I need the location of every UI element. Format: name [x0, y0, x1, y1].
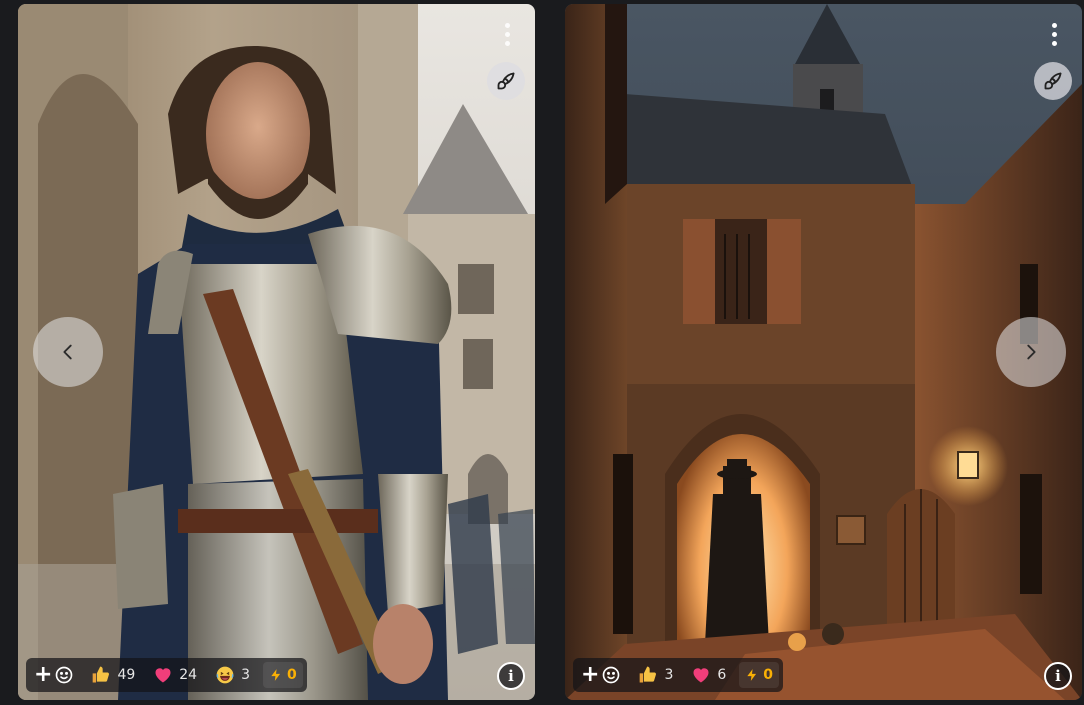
image-info-button[interactable]: i — [1044, 662, 1072, 690]
thumbs-up-icon — [638, 665, 658, 685]
reaction-heart[interactable]: 24 — [144, 658, 206, 692]
reaction-like[interactable]: 3 — [629, 658, 682, 692]
brush-icon — [497, 72, 515, 90]
remix-button[interactable] — [1034, 62, 1072, 100]
buzz-tip-button[interactable]: 0 — [263, 662, 303, 688]
heart-count: 24 — [179, 667, 198, 683]
like-count: 49 — [117, 667, 136, 683]
plus-icon: + — [581, 662, 600, 687]
reaction-bar: + 49 24 3 0 — [26, 658, 307, 692]
reaction-laugh[interactable]: 3 — [206, 658, 259, 692]
kebab-dot — [1051, 22, 1057, 28]
kebab-dot — [504, 40, 510, 46]
reaction-heart[interactable]: 6 — [682, 658, 735, 692]
buzz-count: 0 — [763, 667, 774, 683]
info-icon: i — [508, 666, 514, 685]
image-info-button[interactable]: i — [497, 662, 525, 690]
chevron-right-icon — [1027, 344, 1036, 360]
gallery-stage: + 49 24 3 0 i + 3 6 0 i — [0, 0, 1084, 705]
card-menu-button[interactable] — [1042, 18, 1066, 50]
reaction-like[interactable]: 49 — [82, 658, 144, 692]
thumbs-up-icon — [91, 665, 111, 685]
kebab-dot — [504, 31, 510, 37]
smiley-icon — [56, 666, 73, 684]
laughing-face-icon — [215, 665, 235, 685]
reaction-bar: + 3 6 0 — [573, 658, 784, 692]
bolt-icon — [271, 669, 281, 681]
plus-icon: + — [34, 662, 53, 687]
info-icon: i — [1055, 666, 1061, 685]
buzz-count: 0 — [287, 667, 297, 683]
kebab-dot — [1051, 31, 1057, 37]
carousel-next-button[interactable] — [996, 317, 1066, 387]
brush-icon — [1044, 72, 1062, 90]
buzz-tip-button[interactable]: 0 — [739, 662, 780, 688]
carousel-prev-button[interactable] — [33, 317, 103, 387]
remix-button[interactable] — [487, 62, 525, 100]
heart-icon — [691, 665, 711, 685]
like-count: 3 — [664, 667, 674, 683]
bolt-icon — [747, 669, 757, 681]
laugh-count: 3 — [241, 667, 251, 683]
heart-icon — [153, 665, 173, 685]
kebab-dot — [504, 22, 510, 28]
add-reaction-button[interactable]: + — [581, 664, 629, 686]
card-menu-button[interactable] — [495, 18, 519, 50]
add-reaction-button[interactable]: + — [34, 664, 82, 686]
heart-count: 6 — [717, 667, 727, 683]
chevron-left-icon — [63, 344, 72, 360]
kebab-dot — [1051, 40, 1057, 46]
smiley-icon — [603, 666, 620, 684]
